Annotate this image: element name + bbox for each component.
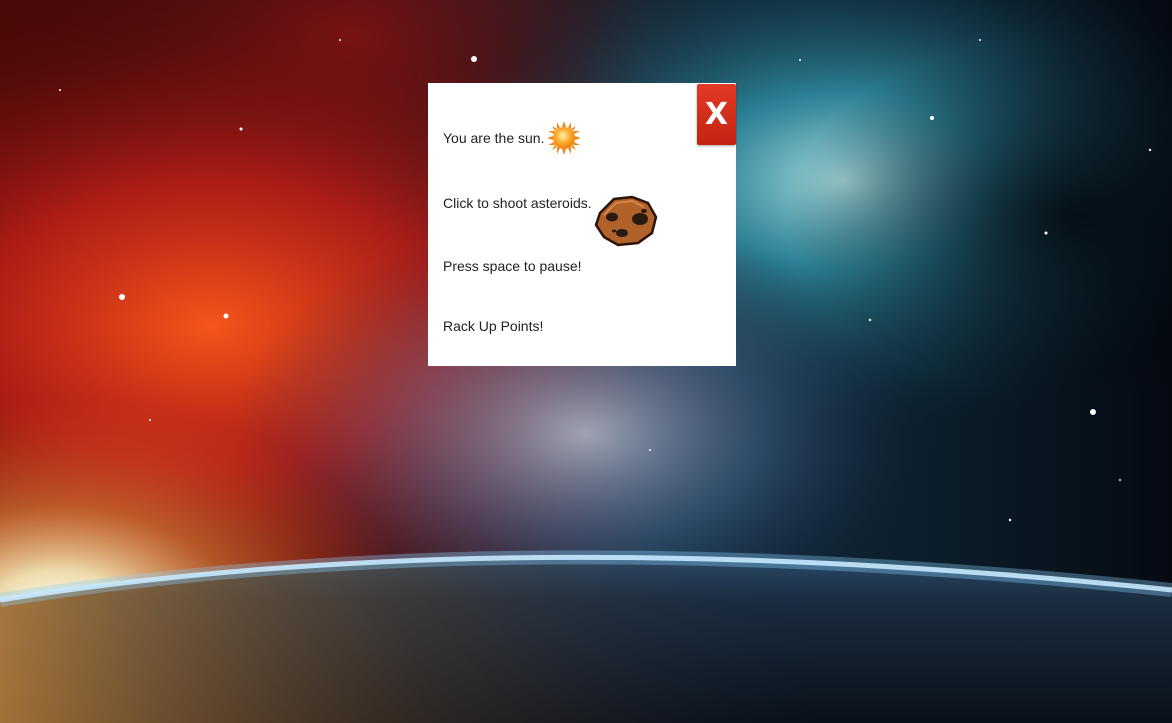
close-button[interactable]: X: [697, 84, 736, 145]
instructions-modal: X You are the sun. Click to shoot astero…: [428, 83, 736, 366]
instruction-text: You are the sun.: [443, 130, 545, 146]
instruction-line-sun: You are the sun.: [443, 120, 582, 156]
instruction-text: Press space to pause!: [443, 258, 582, 274]
asteroid-icon: [594, 195, 657, 247]
sun-icon: [547, 121, 582, 155]
instruction-line-asteroids: Click to shoot asteroids.: [443, 184, 660, 247]
instruction-text: Click to shoot asteroids.: [443, 195, 592, 211]
instruction-line-pause: Press space to pause!: [443, 255, 582, 277]
instruction-line-points: Rack Up Points!: [443, 315, 543, 337]
instruction-text: Rack Up Points!: [443, 318, 544, 334]
